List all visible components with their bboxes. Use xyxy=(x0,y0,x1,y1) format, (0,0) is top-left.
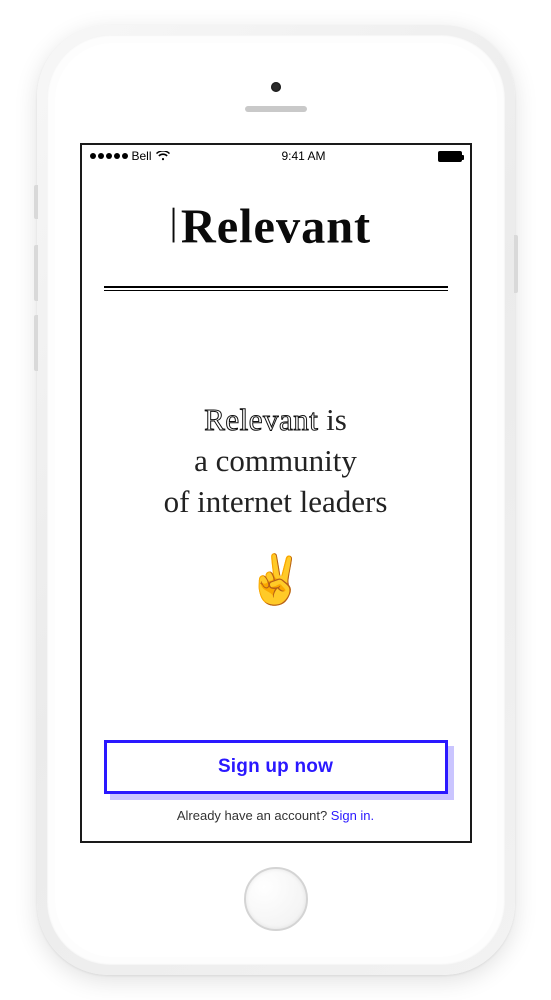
header-divider xyxy=(104,286,448,288)
hero-text: Relevant is a community of internet lead… xyxy=(164,400,388,523)
signal-strength-icon xyxy=(90,153,128,159)
cta-wrap: Sign up now xyxy=(104,740,448,794)
front-camera xyxy=(271,82,281,92)
phone-frame-inner: Bell 9:41 AM Relevant xyxy=(55,43,497,957)
phone-frame-outer: Bell 9:41 AM Relevant xyxy=(37,25,515,975)
status-bar-right xyxy=(438,151,462,162)
top-hardware xyxy=(55,43,497,143)
signin-prompt: Already have an account? xyxy=(177,808,331,823)
carrier-label: Bell xyxy=(132,149,152,163)
status-bar-time: 9:41 AM xyxy=(170,149,438,163)
hero-section: Relevant is a community of internet lead… xyxy=(104,288,448,740)
status-bar: Bell 9:41 AM xyxy=(82,145,470,167)
app-logo: Relevant xyxy=(104,199,448,260)
phone-frame-mid: Bell 9:41 AM Relevant xyxy=(47,35,505,965)
screen: Bell 9:41 AM Relevant xyxy=(80,143,472,843)
mute-switch xyxy=(34,185,38,219)
hero-line2: a community xyxy=(194,443,357,478)
signin-link[interactable]: Sign in. xyxy=(331,808,374,823)
hero-line3: of internet leaders xyxy=(164,484,388,519)
battery-icon xyxy=(438,151,462,162)
signin-row: Already have an account? Sign in. xyxy=(104,808,448,823)
volume-up-button xyxy=(34,245,38,301)
peace-emoji-icon: ✌️ xyxy=(246,551,306,608)
signup-button[interactable]: Sign up now xyxy=(104,740,448,794)
hero-line1-rest: is xyxy=(318,402,346,437)
earpiece-speaker xyxy=(245,106,307,112)
status-bar-left: Bell xyxy=(90,149,170,163)
app-content: Relevant Relevant is a community of inte… xyxy=(82,167,470,841)
home-button[interactable] xyxy=(244,867,308,931)
svg-text:Relevant: Relevant xyxy=(180,200,370,253)
power-button xyxy=(514,235,518,293)
hero-brand-word: Relevant xyxy=(204,402,318,437)
wifi-icon xyxy=(156,151,170,161)
volume-down-button xyxy=(34,315,38,371)
